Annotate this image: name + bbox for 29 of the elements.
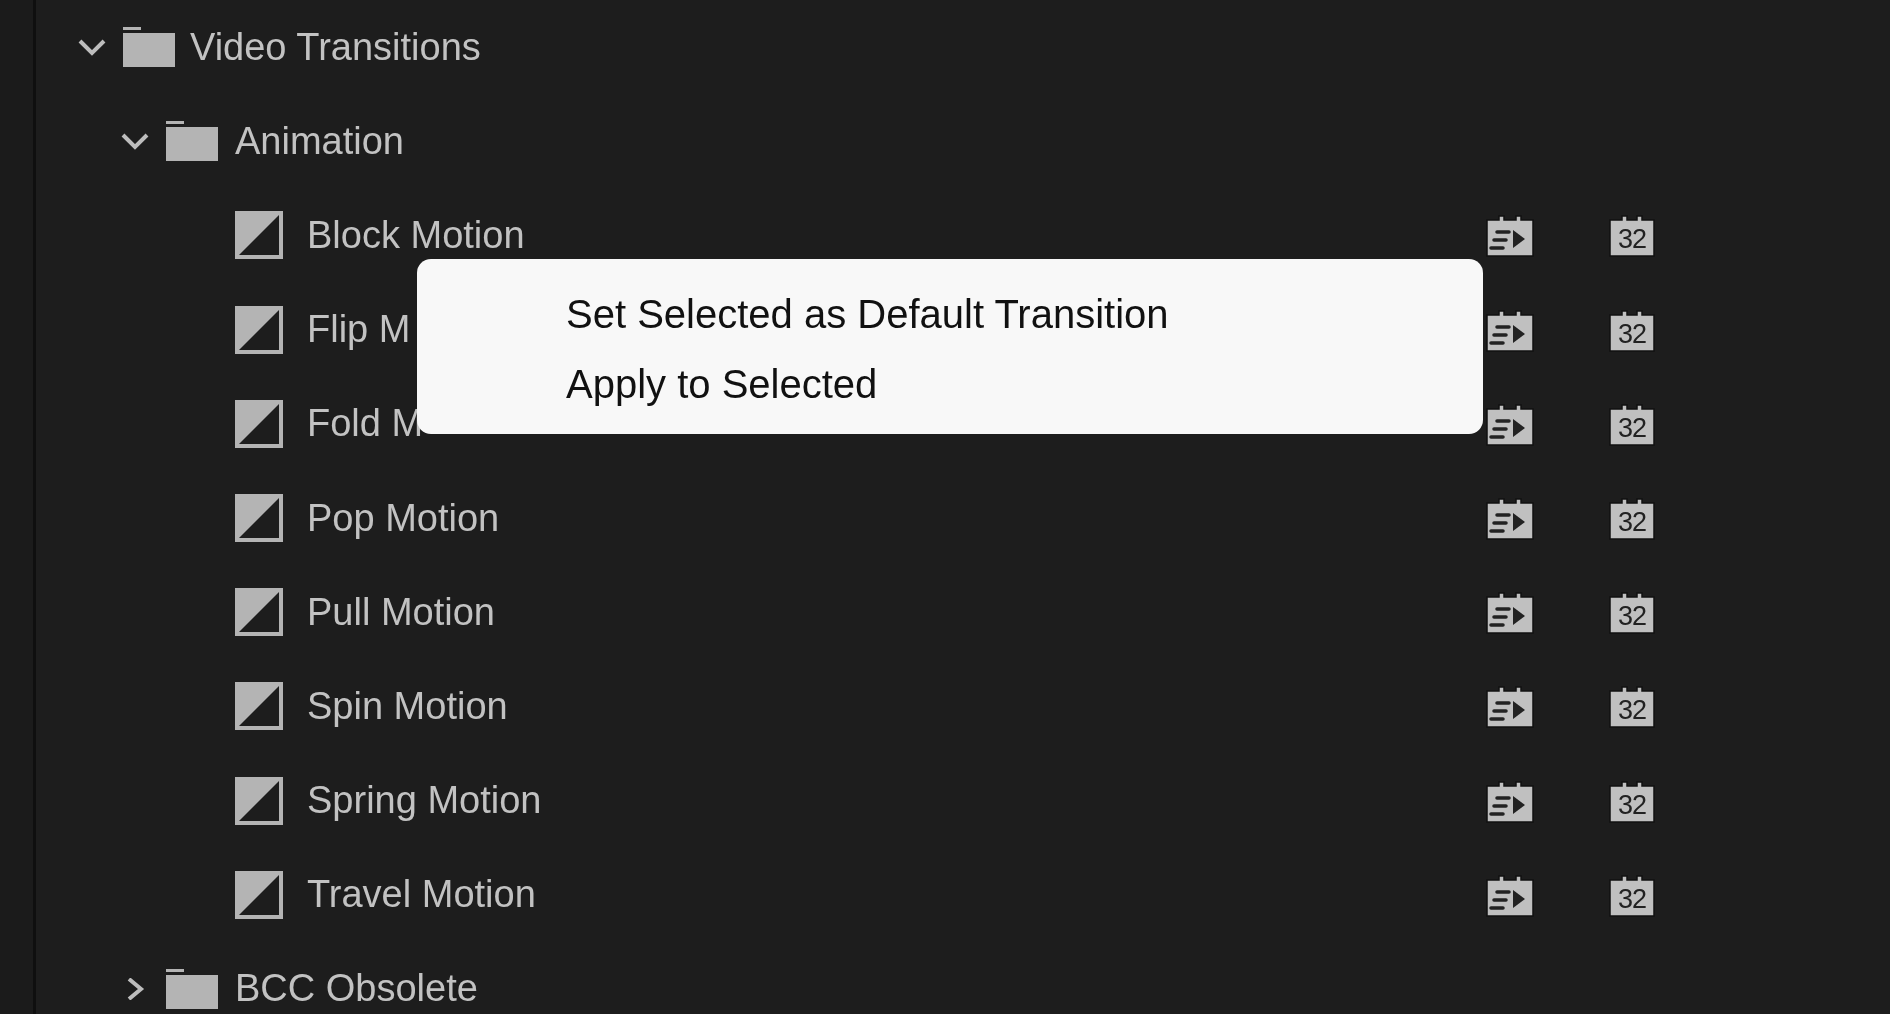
bit-depth-badge: 32 [1608, 212, 1656, 259]
transition-icon [235, 776, 283, 825]
accelerated-effect-icon [1485, 589, 1535, 636]
transition-icon [235, 399, 283, 448]
effect-label[interactable]: Pull Motion [307, 590, 495, 634]
effect-label[interactable]: Spin Motion [307, 684, 508, 728]
transition-icon [235, 588, 283, 637]
folder-label[interactable]: Animation [235, 119, 404, 163]
menu-item[interactable]: Set Selected as Default Transition [566, 281, 1169, 347]
transition-icon [235, 494, 283, 543]
transition-icon [235, 682, 283, 731]
folder-label[interactable]: Video Transitions [190, 25, 481, 69]
effect-label[interactable]: Block Motion [307, 213, 525, 257]
effect-label[interactable]: Flip M [307, 308, 411, 352]
folder-icon [164, 966, 220, 1011]
folder-icon [164, 119, 220, 164]
accelerated-effect-icon [1485, 683, 1535, 730]
effect-label[interactable]: Spring Motion [307, 779, 542, 823]
transition-icon [235, 305, 283, 354]
folder-label[interactable]: BCC Obsolete [235, 967, 478, 1011]
transition-icon [235, 211, 283, 260]
effect-label[interactable]: Pop Motion [307, 496, 500, 540]
folder-icon [121, 25, 177, 70]
accelerated-effect-icon [1485, 212, 1535, 259]
bit-depth-badge: 32 [1608, 683, 1656, 730]
menu-item[interactable]: Apply to Selected [566, 351, 878, 417]
bit-depth-badge: 32 [1608, 589, 1656, 636]
effect-label[interactable]: Travel Motion [307, 873, 536, 917]
transition-icon [235, 870, 283, 919]
